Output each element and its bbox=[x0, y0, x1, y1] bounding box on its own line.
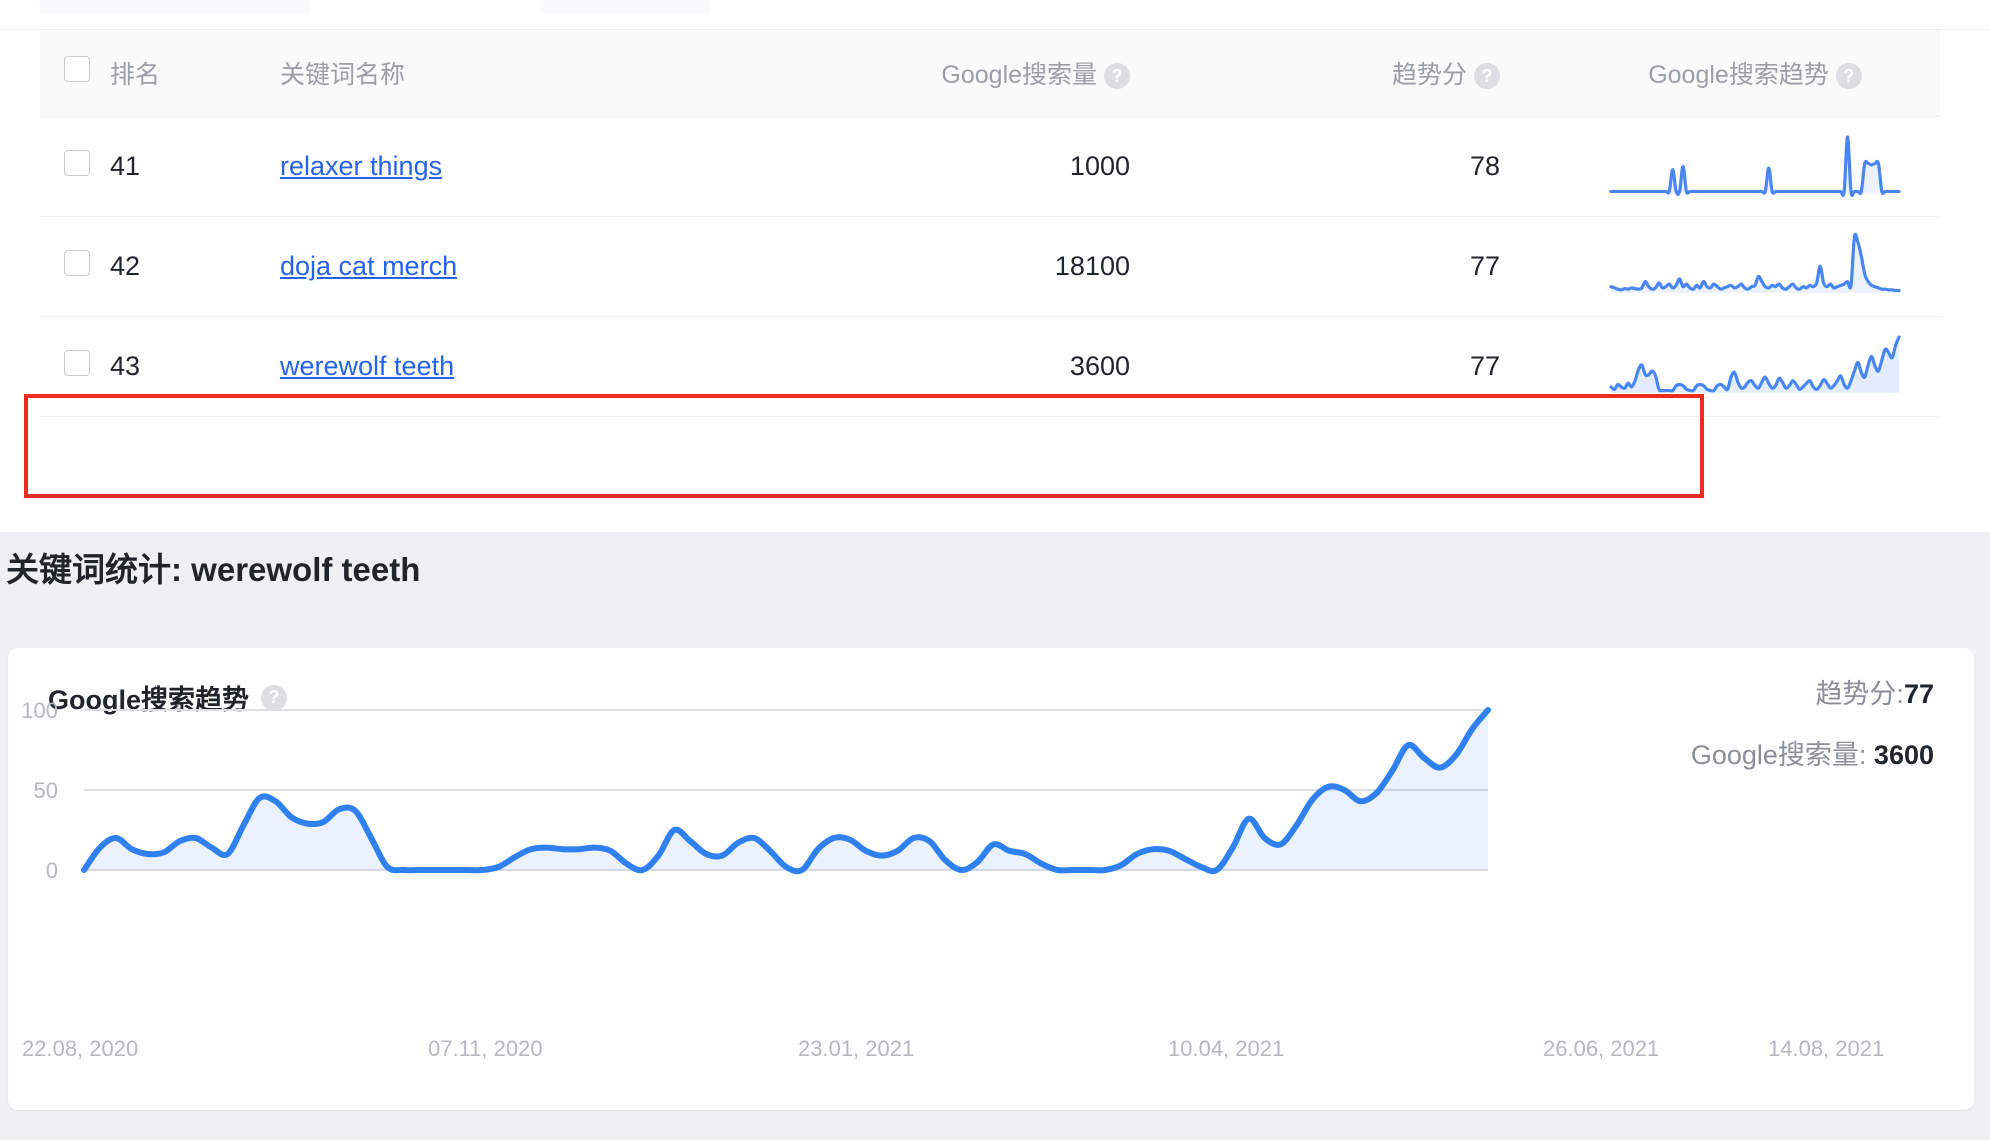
row-checkbox-cell bbox=[40, 216, 110, 316]
keyword-stats-section-header: 关键词统计: werewolf teeth bbox=[0, 532, 1990, 602]
keyword-link[interactable]: doja cat merch bbox=[280, 251, 457, 281]
row-sparkline-cell bbox=[1570, 216, 1940, 316]
header-trend-score[interactable]: 趋势分 ? bbox=[1240, 30, 1570, 116]
help-icon[interactable]: ? bbox=[1474, 63, 1500, 89]
table-row[interactable]: 42 doja cat merch 18100 77 bbox=[40, 216, 1940, 316]
row-checkbox[interactable] bbox=[64, 250, 90, 276]
keyword-table-panel: 排名 关键词名称 Google搜索量 ? 趋势分 ? Google搜索趋势 ? bbox=[0, 0, 1990, 532]
table-body: 41 relaxer things 1000 78 42 bbox=[40, 116, 1940, 416]
row-checkbox-cell bbox=[40, 316, 110, 416]
table-header: 排名 关键词名称 Google搜索量 ? 趋势分 ? Google搜索趋势 ? bbox=[40, 30, 1940, 116]
table-row-highlighted[interactable]: 43 werewolf teeth 3600 77 bbox=[40, 316, 1940, 416]
trend-line-chart bbox=[8, 648, 1974, 1110]
row-rank: 42 bbox=[110, 216, 280, 316]
row-checkbox[interactable] bbox=[64, 350, 90, 376]
row-sparkline-cell bbox=[1570, 116, 1940, 216]
header-volume-label: Google搜索量 bbox=[941, 61, 1097, 89]
row-trend-score: 77 bbox=[1240, 216, 1570, 316]
keyword-link[interactable]: relaxer things bbox=[280, 151, 442, 181]
x-axis-tick-label: 26.06, 2021 bbox=[1543, 1036, 1659, 1062]
row-volume: 18100 bbox=[780, 216, 1240, 316]
header-rank[interactable]: 排名 bbox=[110, 30, 280, 116]
row-keyword-cell: relaxer things bbox=[280, 116, 780, 216]
header-select-all-cell bbox=[40, 30, 110, 116]
trend-stats-card: Google搜索趋势 ? 趋势分:77 Google搜索量: 3600 0 50… bbox=[8, 648, 1974, 1110]
sparkline-chart bbox=[1605, 231, 1905, 301]
keyword-table: 排名 关键词名称 Google搜索量 ? 趋势分 ? Google搜索趋势 ? bbox=[40, 30, 1940, 417]
keyword-link[interactable]: werewolf teeth bbox=[280, 351, 454, 381]
row-checkbox[interactable] bbox=[64, 150, 90, 176]
header-trend-chart-label: Google搜索趋势 bbox=[1648, 61, 1829, 89]
x-axis-tick-label: 22.08, 2020 bbox=[22, 1036, 138, 1062]
sparkline-chart bbox=[1605, 131, 1905, 201]
help-icon[interactable]: ? bbox=[1836, 63, 1862, 89]
header-keyword[interactable]: 关键词名称 bbox=[280, 30, 780, 116]
x-axis-tick-label: 10.04, 2021 bbox=[1168, 1036, 1284, 1062]
x-axis-tick-label: 14.08, 2021 bbox=[1768, 1036, 1884, 1062]
trend-chart-area: 0 50 100 22.08, 2020 07.11, 2020 23.01, … bbox=[8, 648, 1974, 1110]
row-keyword-cell: werewolf teeth bbox=[280, 316, 780, 416]
toolbar-placeholder-right bbox=[540, 0, 710, 14]
page-title: 关键词统计: werewolf teeth bbox=[6, 543, 420, 591]
table-row[interactable]: 41 relaxer things 1000 78 bbox=[40, 116, 1940, 216]
header-volume[interactable]: Google搜索量 ? bbox=[780, 30, 1240, 116]
row-trend-score: 77 bbox=[1240, 316, 1570, 416]
row-keyword-cell: doja cat merch bbox=[280, 216, 780, 316]
header-trend-score-label: 趋势分 bbox=[1392, 61, 1467, 89]
row-rank: 41 bbox=[110, 116, 280, 216]
section-title-prefix: 关键词统计: bbox=[6, 551, 191, 588]
header-trend-chart[interactable]: Google搜索趋势 ? bbox=[1570, 30, 1940, 116]
sparkline-chart bbox=[1605, 331, 1905, 401]
row-sparkline-cell bbox=[1570, 316, 1940, 416]
header-row: 排名 关键词名称 Google搜索量 ? 趋势分 ? Google搜索趋势 ? bbox=[40, 30, 1940, 116]
row-volume: 1000 bbox=[780, 116, 1240, 216]
table-top-strip bbox=[0, 0, 1990, 30]
toolbar-placeholder-left bbox=[40, 0, 310, 14]
help-icon[interactable]: ? bbox=[1104, 63, 1130, 89]
row-rank: 43 bbox=[110, 316, 280, 416]
select-all-checkbox[interactable] bbox=[64, 56, 90, 82]
row-checkbox-cell bbox=[40, 116, 110, 216]
section-title-keyword: werewolf teeth bbox=[191, 551, 420, 588]
row-volume: 3600 bbox=[780, 316, 1240, 416]
x-axis-tick-label: 23.01, 2021 bbox=[798, 1036, 914, 1062]
row-trend-score: 78 bbox=[1240, 116, 1570, 216]
x-axis-tick-label: 07.11, 2020 bbox=[428, 1036, 543, 1062]
